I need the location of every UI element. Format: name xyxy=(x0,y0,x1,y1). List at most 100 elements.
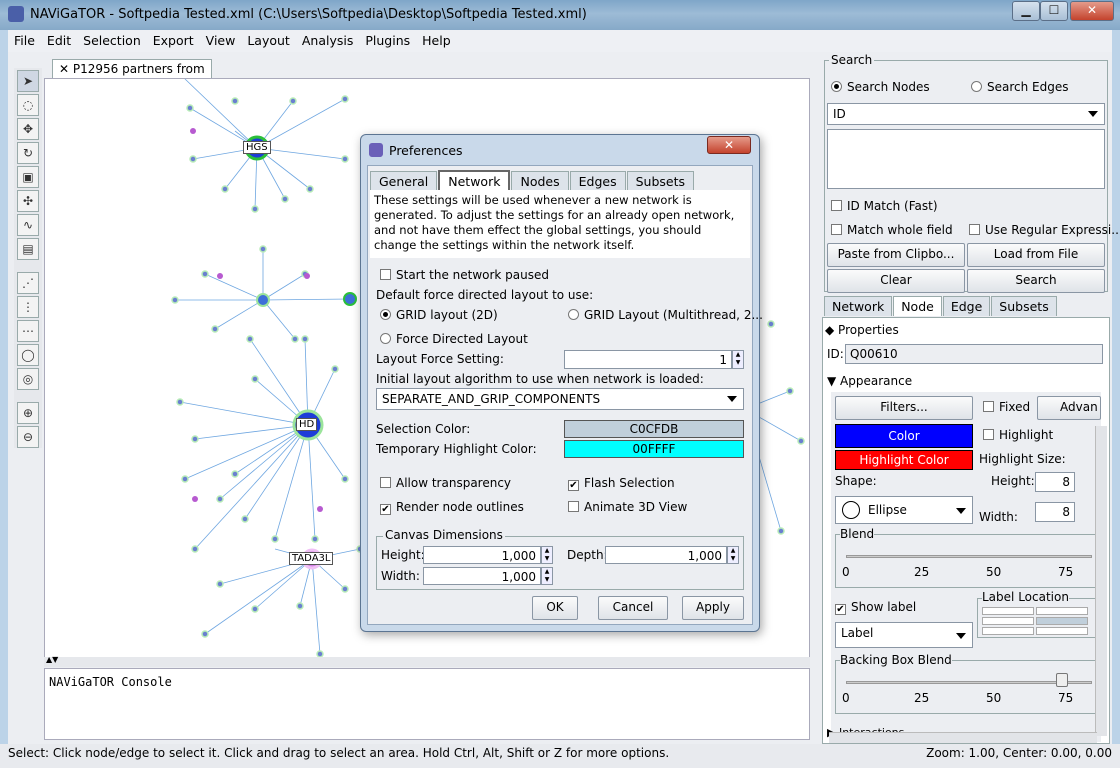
selection-color-swatch[interactable]: C0CFDB xyxy=(564,420,744,438)
label-select[interactable]: Label xyxy=(835,622,973,648)
grid-2d-option[interactable]: GRID layout (2D) xyxy=(380,308,498,322)
temp-highlight-label: Temporary Highlight Color: xyxy=(376,442,537,456)
temp-highlight-swatch[interactable]: 00FFFF xyxy=(564,440,744,458)
shape-select[interactable]: Ellipse xyxy=(835,496,973,524)
menu-selection[interactable]: Selection xyxy=(77,30,147,48)
vertical-scrollbar[interactable] xyxy=(1095,426,1107,736)
canvas-height-field[interactable]: 1,000 xyxy=(423,546,541,564)
animate-3d-checkbox[interactable]: Animate 3D View xyxy=(568,500,687,514)
menu-edit[interactable]: Edit xyxy=(41,30,77,48)
canvas-width-field[interactable]: 1,000 xyxy=(423,567,541,585)
tab-subsets-pref[interactable]: Subsets xyxy=(626,171,695,191)
apply-button[interactable]: Apply xyxy=(682,596,744,620)
circle-layout-icon[interactable]: ◯ xyxy=(17,344,39,366)
menu-view[interactable]: View xyxy=(200,30,242,48)
search-button[interactable]: Search xyxy=(967,269,1105,293)
path-tool-icon[interactable]: ∿ xyxy=(17,214,39,236)
tab-edges[interactable]: Edges xyxy=(569,171,626,191)
menu-plugins[interactable]: Plugins xyxy=(359,30,416,48)
node-label-tada3l[interactable]: TADA3L xyxy=(289,552,334,565)
tab-subsets[interactable]: Subsets xyxy=(991,296,1057,316)
tab-close-icon[interactable]: ✕ xyxy=(59,62,69,76)
spinner-icon[interactable]: ▲ ▼ xyxy=(541,546,553,564)
canvas-depth-field[interactable]: 1,000 xyxy=(605,546,727,564)
search-edges-option[interactable]: Search Edges xyxy=(971,80,1069,94)
load-from-file-button[interactable]: Load from File xyxy=(967,243,1105,267)
regex-checkbox[interactable]: Use Regular Expressi... xyxy=(969,223,1120,237)
ok-button[interactable]: OK xyxy=(532,596,578,620)
node-label-hd[interactable]: HD xyxy=(296,418,318,431)
align-tool-icon[interactable]: ▤ xyxy=(17,238,39,260)
highlight-color-button[interactable]: Highlight Color xyxy=(835,450,973,470)
move-tool-icon[interactable]: ✥ xyxy=(17,118,39,140)
horizontal-scrollbar[interactable] xyxy=(829,732,1097,743)
maximize-button[interactable]: ☐ xyxy=(1040,1,1068,21)
appearance-panel: Filters... Fixed Advan Color Highlight H… xyxy=(831,392,1101,742)
lasso-tool-icon[interactable]: ◌ xyxy=(17,94,39,116)
search-text-area[interactable] xyxy=(827,129,1105,189)
force-setting-field[interactable]: 1 xyxy=(564,350,732,369)
collapse-arrows-icon[interactable]: ▲▼ xyxy=(46,655,58,664)
concentric-layout-icon[interactable]: ◎ xyxy=(17,368,39,390)
tab-general[interactable]: General xyxy=(370,171,438,191)
id-match-checkbox[interactable]: ID Match (Fast) xyxy=(831,199,938,213)
blend-slider[interactable] xyxy=(846,555,1092,558)
label-location-group[interactable]: Label Location xyxy=(977,590,1097,638)
select-tool-icon[interactable]: ➤ xyxy=(17,70,39,92)
filters-button[interactable]: Filters... xyxy=(835,396,973,420)
highlight-checkbox[interactable]: Highlight xyxy=(983,428,1053,442)
node-label-hgs[interactable]: HGS xyxy=(243,141,271,154)
properties-header[interactable]: ◆ Properties xyxy=(825,323,899,337)
rotate-tool-icon[interactable]: ↻ xyxy=(17,142,39,164)
allow-transparency-checkbox[interactable]: Allow transparency xyxy=(380,476,511,490)
render-outlines-checkbox[interactable]: ✔ Render node outlines xyxy=(380,500,524,515)
node-color-button[interactable]: Color xyxy=(835,424,973,448)
slider-thumb[interactable] xyxy=(1056,673,1068,687)
zoom-out-icon[interactable]: ⊖ xyxy=(17,426,39,448)
match-whole-field-checkbox[interactable]: Match whole field xyxy=(831,223,953,237)
tab-node[interactable]: Node xyxy=(893,296,942,316)
zoom-in-icon[interactable]: ⊕ xyxy=(17,402,39,424)
tab-nodes[interactable]: Nodes xyxy=(511,171,569,191)
zoom-area-tool-icon[interactable]: ▣ xyxy=(17,166,39,188)
height-field[interactable]: 8 xyxy=(1035,472,1075,492)
fisheye-tool-icon[interactable]: ✣ xyxy=(17,190,39,212)
close-button[interactable]: ✕ xyxy=(1070,1,1114,21)
minimize-button[interactable]: ▁ xyxy=(1012,1,1040,21)
initial-layout-select[interactable]: SEPARATE_AND_GRIP_COMPONENTS xyxy=(376,388,744,410)
horizontal-layout-icon[interactable]: ⋯ xyxy=(17,320,39,342)
console-output[interactable]: NAViGaTOR Console xyxy=(44,668,810,740)
menu-layout[interactable]: Layout xyxy=(241,30,296,48)
node-id-field[interactable]: Q00610 xyxy=(845,344,1103,364)
menu-export[interactable]: Export xyxy=(147,30,200,48)
network-tab[interactable]: ✕ P12956 partners from I2D xyxy=(52,59,212,90)
cancel-button[interactable]: Cancel xyxy=(598,596,668,620)
clear-button[interactable]: Clear xyxy=(827,269,965,293)
width-field[interactable]: 8 xyxy=(1035,502,1075,522)
tab-network[interactable]: Network xyxy=(824,296,893,316)
flash-selection-checkbox[interactable]: ✔ Flash Selection xyxy=(568,476,675,491)
dialog-close-button[interactable]: ✕ xyxy=(707,136,751,154)
diagonal-layout-icon[interactable]: ⋰ xyxy=(17,272,39,294)
spinner-icon[interactable]: ▲ ▼ xyxy=(541,567,553,585)
spinner-icon[interactable]: ▲ ▼ xyxy=(727,546,739,564)
advanced-button[interactable]: Advan xyxy=(1037,396,1101,420)
search-field-select[interactable]: ID xyxy=(827,103,1105,125)
tab-network-pref[interactable]: Network xyxy=(438,170,511,191)
start-paused-checkbox[interactable]: Start the network paused xyxy=(380,268,549,282)
paste-clipboard-button[interactable]: Paste from Clipbo... xyxy=(827,243,965,267)
vertical-layout-icon[interactable]: ⋮ xyxy=(17,296,39,318)
force-directed-option[interactable]: Force Directed Layout xyxy=(380,332,528,346)
appearance-header[interactable]: ▼ Appearance xyxy=(827,374,912,388)
tab-edge[interactable]: Edge xyxy=(942,296,991,316)
search-nodes-option[interactable]: Search Nodes xyxy=(831,80,930,94)
menu-analysis[interactable]: Analysis xyxy=(296,30,360,48)
expand-triangle-icon: ▼ xyxy=(827,374,841,388)
fixed-checkbox[interactable]: Fixed xyxy=(983,400,1030,414)
console-splitter[interactable]: ▲▼ xyxy=(44,655,810,667)
show-label-checkbox[interactable]: ✔ Show label xyxy=(835,600,916,615)
spinner-icon[interactable]: ▲ ▼ xyxy=(732,350,744,369)
menu-file[interactable]: File xyxy=(8,30,41,48)
grid-multithread-option[interactable]: GRID Layout (Multithread, 2... xyxy=(568,308,763,322)
menu-help[interactable]: Help xyxy=(416,30,457,48)
